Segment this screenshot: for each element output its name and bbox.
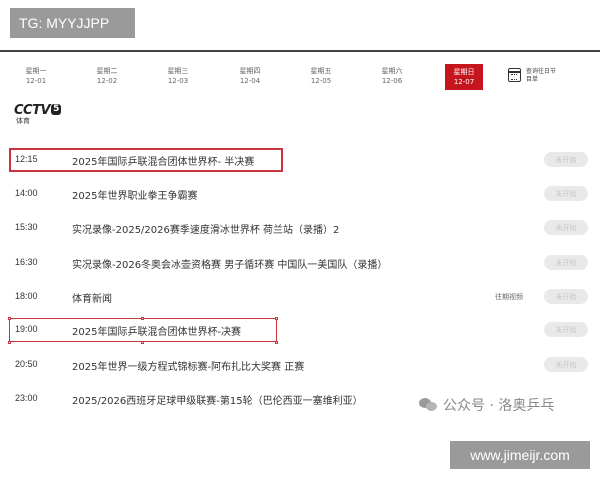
schedule-row[interactable]: 16:30 实况录像-2026冬奥会冰壶资格赛 男子循环赛 中国队一美国队（录播… [0,251,600,275]
row-time: 23:00 [15,393,38,403]
day-tab-date: 12-06 [381,77,403,85]
day-tab-date: 12-02 [96,77,118,85]
day-tab-weekday: 星期二 [96,67,118,75]
day-tab-tue[interactable]: 星期二 12-02 [85,66,129,86]
row-time: 20:50 [15,359,38,369]
cctv5-logo: CCTV 5 体育 [14,104,66,126]
row-time: 14:00 [15,188,38,198]
row-title[interactable]: 2025年世界一级方程式锦标赛-阿布扎比大奖赛 正赛 [72,358,304,373]
selection-handle [141,317,144,320]
schedule-row[interactable]: 15:30 实况录像-2025/2026赛季速度滑冰世界杯 荷兰站（录播）2 未… [0,216,600,240]
past-videos-link[interactable]: 往期视频 [495,292,523,302]
day-tab-date: 12-04 [239,77,261,85]
day-tab-thu[interactable]: 星期四 12-04 [228,66,272,86]
selection-handle [8,341,11,344]
status-badge: 未开始 [544,255,588,270]
row-time: 16:30 [15,257,38,267]
schedule-row[interactable]: 20:50 2025年世界一级方程式锦标赛-阿布扎比大奖赛 正赛 未开始 [0,353,600,377]
status-badge: 未开始 [544,322,588,337]
status-badge: 未开始 [544,220,588,235]
selection-handle [8,317,11,320]
day-tab-wed[interactable]: 星期三 12-03 [156,66,200,86]
calendar-icon [508,68,521,82]
day-tab-weekday: 星期四 [239,67,261,75]
highlight-box [9,318,277,342]
day-tab-fri[interactable]: 星期五 12-05 [299,66,343,86]
row-time: 15:30 [15,222,38,232]
row-title[interactable]: 实况录像-2025/2026赛季速度滑冰世界杯 荷兰站（录播）2 [72,221,339,236]
day-tab-sun[interactable]: 星期日 12-07 [445,64,483,90]
status-badge: 未开始 [544,289,588,304]
past-schedule-label: 查询往日节 [526,68,557,75]
schedule-row[interactable]: 18:00 体育新闻 往期视频 未开始 [0,285,600,309]
day-tab-date: 12-03 [167,77,189,85]
channel-number: 5 [51,104,62,115]
past-schedule-button[interactable]: 查询往日节 目单 [508,68,566,84]
row-title[interactable]: 体育新闻 [72,290,112,305]
status-badge: 未开始 [544,357,588,372]
channel-brand: CCTV [14,103,51,118]
row-title[interactable]: 2025年世界职业拳王争霸赛 [72,187,197,202]
selection-handle [141,341,144,344]
day-tab-weekday: 星期一 [25,67,47,75]
status-badge: 未开始 [544,186,588,201]
day-tab-date: 12-01 [25,77,47,85]
day-tab-date: 12-07 [453,78,475,86]
schedule-row[interactable]: 14:00 2025年世界职业拳王争霸赛 未开始 [0,182,600,206]
day-tab-weekday: 星期六 [381,67,403,75]
top-divider [0,50,600,52]
day-tab-date: 12-05 [310,77,332,85]
row-title[interactable]: 实况录像-2026冬奥会冰壶资格赛 男子循环赛 中国队一美国队（录播） [72,256,387,271]
wechat-watermark: 公众号 · 洛奥乒乓 [419,395,554,415]
wechat-watermark-text: 公众号 · 洛奥乒乓 [443,398,555,414]
day-tab-weekday: 星期日 [453,68,475,76]
day-tab-mon[interactable]: 星期一 12-01 [14,66,58,86]
highlight-box [9,148,283,172]
day-tab-weekday: 星期五 [310,67,332,75]
status-badge: 未开始 [544,152,588,167]
url-watermark: www.jimeijr.com [450,441,590,469]
wechat-icon [419,398,437,412]
day-tab-weekday: 星期三 [167,67,189,75]
past-schedule-label-2: 目单 [526,76,539,83]
selection-handle [275,317,278,320]
channel-sub: 体育 [16,117,30,125]
day-tab-sat[interactable]: 星期六 12-06 [370,66,414,86]
tg-watermark: TG: MYYJJPP [10,8,135,38]
row-time: 18:00 [15,291,38,301]
selection-handle [275,341,278,344]
row-title[interactable]: 2025/2026西班牙足球甲级联赛-第15轮（巴伦西亚一塞维利亚） [72,392,363,407]
